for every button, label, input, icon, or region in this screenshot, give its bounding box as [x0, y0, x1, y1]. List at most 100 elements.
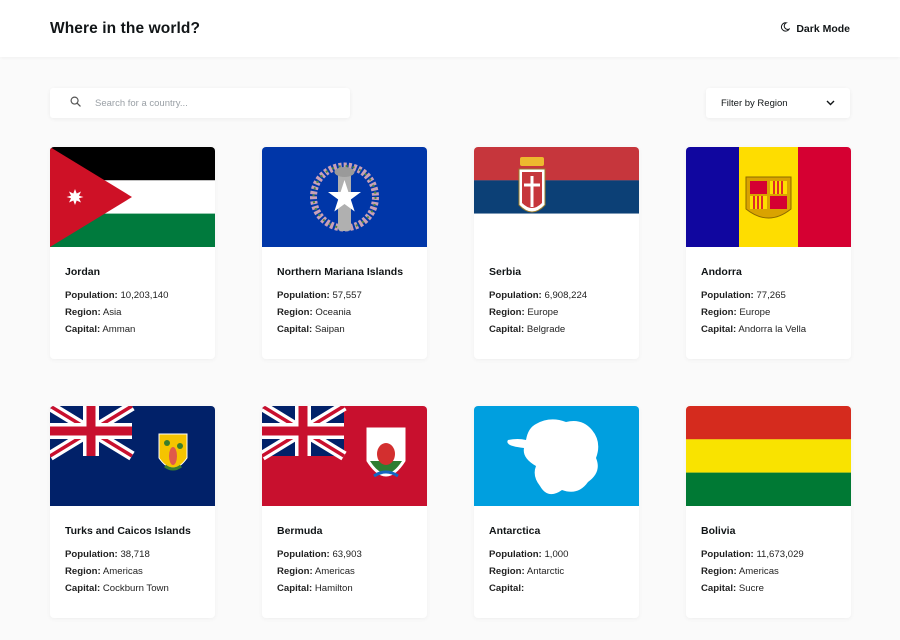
region-value: Antarctic	[526, 566, 565, 577]
population-value: 1,000	[544, 549, 569, 560]
capital-label: Capital:	[277, 583, 313, 594]
country-card-andorra[interactable]: Andorra Population: 77,265 Region: Europ…	[686, 147, 851, 359]
population-row: Population: 11,673,029	[701, 546, 836, 563]
region-filter-dropdown[interactable]: Filter by Region	[706, 88, 850, 118]
capital-row: Capital: Belgrade	[489, 321, 624, 338]
region-label: Region:	[489, 566, 525, 577]
country-card-jordan[interactable]: Jordan Population: 10,203,140 Region: As…	[50, 147, 215, 359]
region-row: Region: Americas	[701, 563, 836, 580]
capital-value: Amman	[102, 324, 136, 335]
population-value: 77,265	[756, 290, 786, 301]
population-value: 11,673,029	[756, 549, 804, 560]
capital-label: Capital:	[489, 583, 525, 594]
capital-row: Capital: Sucre	[701, 580, 836, 597]
capital-label: Capital:	[489, 324, 525, 335]
filter-label: Filter by Region	[721, 97, 788, 109]
country-card-northern-mariana-islands[interactable]: Northern Mariana Islands Population: 57,…	[262, 147, 427, 359]
population-label: Population:	[701, 549, 754, 560]
flag-bolivia	[686, 406, 851, 506]
country-name: Antarctica	[489, 525, 541, 537]
capital-label: Capital:	[701, 583, 737, 594]
population-row: Population: 1,000	[489, 546, 624, 563]
country-name: Bermuda	[277, 525, 323, 537]
country-name: Northern Mariana Islands	[277, 266, 404, 278]
country-name: Bolivia	[701, 525, 736, 537]
population-value: 57,557	[332, 290, 362, 301]
region-row: Region: Europe	[489, 304, 624, 321]
capital-value: Cockburn Town	[102, 583, 169, 594]
country-card-serbia[interactable]: Serbia Population: 6,908,224 Region: Eur…	[474, 147, 639, 359]
moon-icon	[780, 22, 791, 35]
flag-andorra	[686, 147, 851, 247]
population-label: Population:	[65, 549, 118, 560]
population-label: Population:	[277, 549, 330, 560]
region-label: Region:	[701, 566, 737, 577]
population-value: 6,908,224	[544, 290, 588, 301]
region-row: Region: Americas	[65, 563, 200, 580]
region-row: Region: Oceania	[277, 304, 412, 321]
region-value: Americas	[314, 566, 355, 577]
country-card-bermuda[interactable]: Bermuda Population: 63,903 Region: Ameri…	[262, 406, 427, 618]
country-card-turks-and-caicos[interactable]: Turks and Caicos Islands Population: 38,…	[50, 406, 215, 618]
capital-row: Capital: Andorra la Vella	[701, 321, 836, 338]
population-value: 10,203,140	[120, 290, 169, 301]
capital-row: Capital: Saipan	[277, 321, 412, 338]
country-name: Turks and Caicos Islands	[65, 525, 191, 537]
population-label: Population:	[701, 290, 754, 301]
population-row: Population: 10,203,140	[65, 287, 200, 304]
country-name: Andorra	[701, 266, 742, 278]
search-box[interactable]	[50, 88, 350, 118]
country-name: Jordan	[65, 266, 101, 278]
population-value: 63,903	[332, 549, 362, 560]
flag-bermuda	[262, 406, 427, 506]
population-row: Population: 57,557	[277, 287, 412, 304]
population-row: Population: 77,265	[701, 287, 836, 304]
region-row: Region: Asia	[65, 304, 200, 321]
capital-value: Hamilton	[314, 583, 353, 594]
country-grid: Jordan Population: 10,203,140 Region: As…	[50, 147, 851, 618]
flag-turks-and-caicos	[50, 406, 215, 506]
country-card-antarctica[interactable]: Antarctica Population: 1,000 Region: Ant…	[474, 406, 639, 618]
capital-row: Capital: Cockburn Town	[65, 580, 200, 597]
chevron-down-icon	[826, 98, 835, 109]
capital-label: Capital:	[701, 324, 737, 335]
population-row: Population: 63,903	[277, 546, 412, 563]
search-icon	[70, 94, 81, 112]
population-value: 38,718	[120, 549, 150, 560]
region-label: Region:	[277, 566, 313, 577]
app-header: Where in the world? Dark Mode	[0, 0, 900, 57]
capital-label: Capital:	[277, 324, 313, 335]
region-value: Europe	[739, 307, 771, 318]
capital-value: Belgrade	[526, 324, 566, 335]
capital-value: Andorra la Vella	[738, 324, 807, 335]
capital-row: Capital:	[489, 580, 624, 597]
region-value: Asia	[102, 307, 122, 318]
capital-row: Capital: Hamilton	[277, 580, 412, 597]
population-label: Population:	[277, 290, 330, 301]
population-label: Population:	[489, 290, 542, 301]
capital-value: Sucre	[738, 583, 764, 594]
region-value: Europe	[527, 307, 559, 318]
country-name: Serbia	[489, 266, 522, 278]
region-row: Region: Europe	[701, 304, 836, 321]
population-label: Population:	[489, 549, 542, 560]
app-title: Where in the world?	[50, 19, 201, 37]
flag-serbia	[474, 147, 639, 247]
dark-mode-label: Dark Mode	[796, 22, 850, 35]
region-label: Region:	[65, 307, 101, 318]
country-card-bolivia[interactable]: Bolivia Population: 11,673,029 Region: A…	[686, 406, 851, 618]
region-row: Region: Americas	[277, 563, 412, 580]
dark-mode-toggle[interactable]: Dark Mode	[780, 22, 850, 35]
region-value: Americas	[102, 566, 143, 577]
region-label: Region:	[701, 307, 737, 318]
region-value: Oceania	[315, 307, 352, 318]
flag-antarctica	[474, 406, 639, 506]
population-label: Population:	[65, 290, 118, 301]
controls-bar: Filter by Region	[50, 88, 850, 118]
region-label: Region:	[65, 566, 101, 577]
capital-label: Capital:	[65, 324, 101, 335]
capital-label: Capital:	[65, 583, 101, 594]
flag-northern-mariana-islands	[262, 147, 427, 247]
search-input[interactable]	[95, 97, 315, 109]
capital-row: Capital: Amman	[65, 321, 200, 338]
